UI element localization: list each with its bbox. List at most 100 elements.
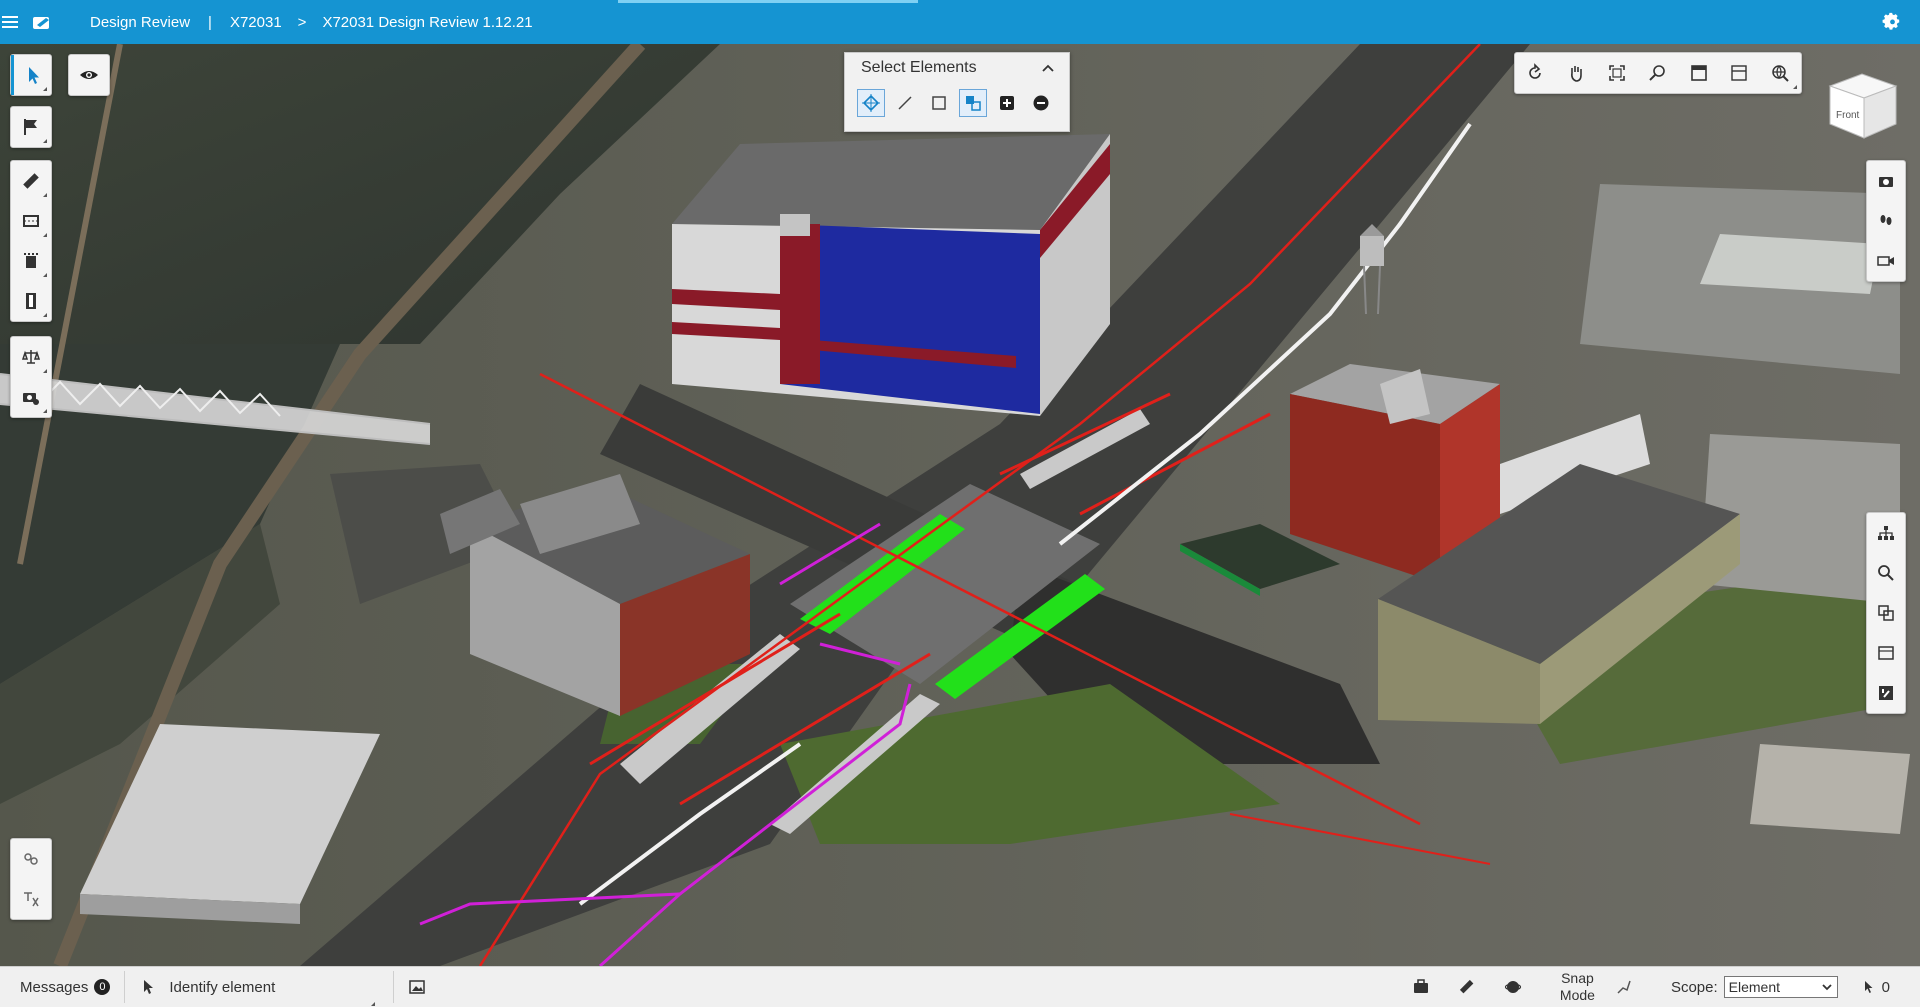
- snap-icon[interactable]: [1615, 978, 1633, 996]
- select-elements-title: Select Elements: [861, 59, 977, 76]
- tree-icon: [1878, 526, 1894, 540]
- translate-button[interactable]: [11, 879, 51, 919]
- view-section-icon: [1731, 65, 1748, 81]
- pan-button[interactable]: [1556, 53, 1597, 93]
- camera-button[interactable]: [1867, 161, 1905, 201]
- status-divider: [393, 971, 395, 1003]
- rotate-button[interactable]: [1515, 53, 1556, 93]
- line-select-button[interactable]: [891, 89, 919, 117]
- select-tool-button[interactable]: [11, 55, 51, 95]
- remove-selection-button[interactable]: [1027, 89, 1055, 117]
- cursor-arrow-icon: [139, 978, 157, 996]
- markup-tool-button[interactable]: [11, 107, 51, 147]
- status-right-group: Snap Mode Scope: Element 0: [1398, 967, 1920, 1007]
- select-arrow-icon: [28, 67, 39, 84]
- select-all-button[interactable]: [959, 89, 987, 117]
- sheets-button[interactable]: [1867, 633, 1905, 673]
- render-mode-icon[interactable]: [1504, 978, 1522, 996]
- issues-button[interactable]: [1867, 673, 1905, 713]
- header-separator: |: [208, 13, 212, 31]
- element-select-icon: [862, 94, 880, 112]
- briefcase-icon[interactable]: [1412, 978, 1430, 996]
- translate-icon: [24, 892, 39, 907]
- tree-button[interactable]: [1867, 513, 1905, 553]
- ruler-icon: [23, 173, 39, 189]
- search-button[interactable]: [1867, 553, 1905, 593]
- selection-count-value: 0: [1881, 978, 1890, 996]
- globe-button[interactable]: [1760, 53, 1801, 93]
- status-bar: Messages 0 Identify element Snap Mode Sc…: [0, 966, 1920, 1007]
- fit-view-button[interactable]: [1597, 53, 1638, 93]
- zoom-window-button[interactable]: [1637, 53, 1678, 93]
- snap-label-line1: Snap: [1561, 970, 1594, 986]
- walk-icon: [1880, 215, 1892, 225]
- clip-icon: [24, 253, 38, 268]
- box-select-button[interactable]: [925, 89, 953, 117]
- film-tool-button[interactable]: [11, 281, 51, 321]
- messages-label: Messages: [20, 978, 89, 996]
- video-button[interactable]: [1867, 241, 1905, 281]
- search-icon: [1878, 565, 1894, 581]
- walk-button[interactable]: [1867, 201, 1905, 241]
- zoom-window-icon: [1649, 65, 1665, 81]
- flag-icon: [24, 119, 37, 135]
- add-selection-button[interactable]: [993, 89, 1021, 117]
- rotate-icon: [1529, 63, 1542, 79]
- measure-tool-button[interactable]: [11, 161, 51, 201]
- scope-select[interactable]: Element: [1723, 976, 1838, 998]
- properties-button[interactable]: [1867, 593, 1905, 633]
- models-button[interactable]: [11, 839, 51, 879]
- identify-element-label: Identify element: [169, 978, 276, 996]
- compare-tool-button[interactable]: [11, 337, 51, 377]
- breadcrumb-document[interactable]: X72031 Design Review 1.12.21: [322, 14, 532, 31]
- right-camera-group: [1866, 160, 1906, 282]
- view-top-icon: [1690, 65, 1707, 81]
- camera-settings-button[interactable]: [11, 377, 51, 417]
- menu-icon[interactable]: [2, 16, 18, 28]
- 3d-viewport[interactable]: [0, 44, 1920, 966]
- view-cube[interactable]: Front: [1822, 66, 1902, 146]
- image-icon[interactable]: [408, 978, 426, 996]
- camera-settings-icon: [23, 393, 39, 405]
- app-logo-icon: [33, 17, 49, 29]
- chevron-up-icon[interactable]: [1041, 61, 1055, 75]
- line-select-icon: [898, 96, 912, 110]
- view-section-button[interactable]: [1719, 53, 1760, 93]
- scale-icon: [21, 350, 41, 364]
- section-box-icon: [23, 215, 39, 227]
- status-divider: [124, 971, 126, 1003]
- snap-label-line2: Mode: [1559, 987, 1595, 1003]
- identify-element-tool[interactable]: Identify element: [139, 978, 379, 1006]
- app-title: Design Review: [90, 13, 191, 31]
- measure-tool-group: [10, 160, 52, 322]
- scope-label: Scope:: [1670, 978, 1718, 996]
- element-select-button[interactable]: [857, 89, 885, 117]
- sheets-icon: [1878, 646, 1894, 660]
- snap-mode-button[interactable]: Snap Mode: [1560, 970, 1595, 1004]
- gear-icon[interactable]: [1882, 12, 1902, 32]
- breadcrumb-project[interactable]: X72031: [230, 14, 282, 31]
- measure-status-icon[interactable]: [1458, 978, 1476, 996]
- select-elements-panel: Select Elements: [844, 52, 1070, 132]
- add-selection-icon: [1000, 96, 1014, 110]
- box-select-icon: [932, 96, 946, 110]
- view-toolbar: [1514, 52, 1802, 94]
- film-icon: [26, 293, 36, 309]
- view-top-button[interactable]: [1678, 53, 1719, 93]
- cursor-icon: [1864, 981, 1873, 993]
- messages-count-badge: 0: [94, 979, 111, 995]
- clip-tool-button[interactable]: [11, 241, 51, 281]
- section-box-button[interactable]: [11, 201, 51, 241]
- fit-view-icon: [1609, 65, 1625, 81]
- breadcrumb-chevron: >: [297, 13, 307, 31]
- globe-icon: [1772, 65, 1789, 82]
- select-tool-group: [10, 54, 52, 96]
- right-panel-group: [1866, 512, 1906, 714]
- remove-selection-icon: [1033, 95, 1049, 111]
- messages-button[interactable]: Messages 0: [20, 978, 111, 996]
- select-elements-header[interactable]: Select Elements: [845, 53, 1069, 83]
- loading-progress: [618, 0, 918, 3]
- visibility-tool-button[interactable]: [68, 54, 110, 96]
- models-icon: [24, 853, 38, 865]
- scope-selected-value: Element: [1728, 979, 1781, 995]
